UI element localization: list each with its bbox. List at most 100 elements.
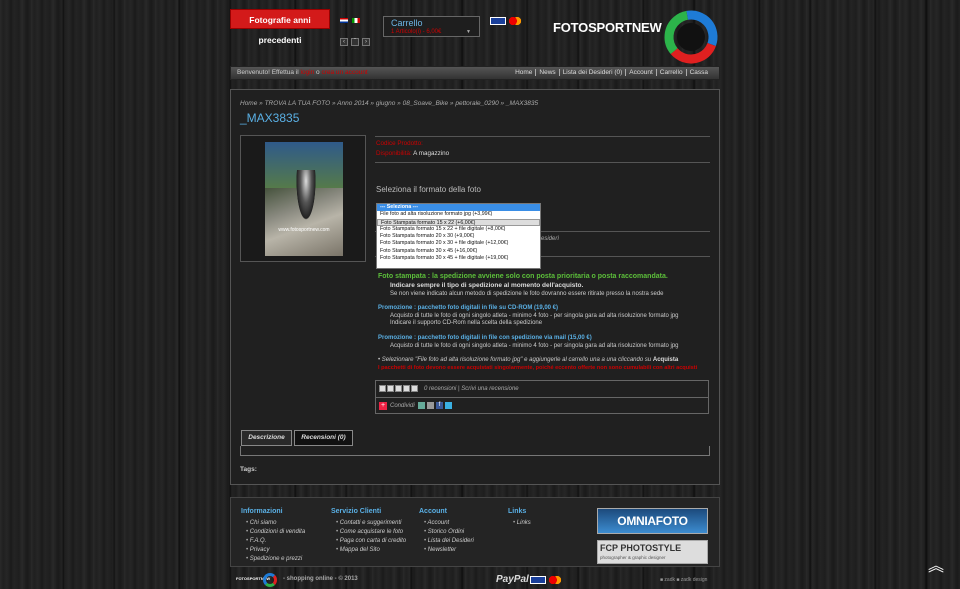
footer-link[interactable]: Links [508,519,531,528]
english-flag-icon[interactable] [340,18,348,23]
footer-link[interactable]: Condizioni di vendita [241,528,305,537]
format-select-list[interactable]: --- Seleziona --- File foto ad alta riso… [376,203,541,269]
footer-col-service: Servizio Clienti Contatti e suggerimenti… [331,508,406,555]
fcp-photostyle-banner[interactable]: FCP PHOTOSTYLE photographer & graphic de… [597,540,708,564]
share-plus-icon[interactable]: + [379,402,387,410]
register-link[interactable]: crea un account [321,69,367,76]
logo-ring-icon [664,10,718,64]
rating-stars [379,385,419,394]
footer-link[interactable]: Paga con carta di credito [331,537,406,546]
arrow-left-icon[interactable]: ‹ [340,38,348,46]
promo-cd-line2: Indicare il supporto CD-Rom nella scelta… [390,320,543,326]
login-link[interactable]: login [301,69,315,76]
select-option[interactable]: Foto Stampata formato 30 x 45 + file dig… [377,255,540,262]
product-code-label: Codice Prodotto: [376,140,423,147]
welcome-text: Benvenuto! Effettua il login o crea un a… [237,69,368,76]
promo-cd-title: Promozione : pacchetto foto digitali in … [378,305,559,311]
nav-arrows: ‹ ˇ › [340,38,370,46]
product-photo[interactable]: www.fotosportnew.com [265,142,343,256]
credits: ■ zadk ■ zadk design [660,577,708,583]
footer-link[interactable]: Newsletter [419,546,474,555]
reviews-count[interactable]: 0 recensioni [424,386,456,392]
top-bar: Benvenuto! Effettua il login o crea un a… [230,66,720,80]
footer-link[interactable]: F.A.Q. [241,537,305,546]
promo-mail-line1: Acquisto di tutte le foto di ogni singol… [390,343,679,349]
breadcrumb[interactable]: Home » TROVA LA TUA FOTO » Anno 2014 » g… [240,100,538,107]
link-checkout[interactable]: Cassa [685,69,711,76]
footer-link[interactable]: Come acquistare le foto [331,528,406,537]
link-news[interactable]: News [535,69,558,76]
star-icon [411,385,418,392]
footer-link[interactable]: Privacy [241,546,305,555]
logo-text: FOTOSPORTNEW [553,20,662,35]
footer-link[interactable]: Chi siamo [241,519,305,528]
select-option[interactable]: Foto Stampata formato 20 x 30 + file dig… [377,240,540,247]
select-option[interactable]: --- Seleziona --- [377,204,540,212]
availability: Disponibilità: A magazzino [376,150,450,157]
mini-logo-icon [263,573,277,587]
footer-link[interactable]: Account [419,519,474,528]
arrow-down-icon[interactable]: ˇ [351,38,359,46]
chevron-down-icon[interactable]: ▼ [466,29,471,35]
footer-link[interactable]: Mappa del Sito [331,546,406,555]
select-option[interactable]: Foto Stampata formato 15 x 22 (+6,00€) [377,218,540,226]
select-option[interactable]: File foto ad alta risoluzione formato jp… [377,211,540,218]
product-image-frame[interactable]: www.fotosportnew.com [240,135,366,262]
share-label[interactable]: Condividi [390,403,415,409]
previous-years-button[interactable]: Fotografie anni precedenti [230,9,330,45]
tab-content [240,446,710,456]
shipping-note: Se non viene indicato alcun metodo di sp… [390,291,664,297]
reviews-links: 0 recensioni | Scrivi una recensione [424,386,519,392]
red-note: I pacchetti di foto devono essere acquis… [378,365,698,371]
cart-title: Carrello [391,18,423,28]
italian-flag-icon[interactable] [352,18,360,23]
footer-link[interactable]: Spedizione e prezzi [241,555,305,564]
wishlist-link[interactable]: esiderì [541,236,559,242]
write-review-link[interactable]: Scrivi una recensione [461,386,518,392]
tags-label: Tags: [240,466,257,473]
promo-mail-title: Promozione : pacchetto foto digitali in … [378,335,592,341]
facebook-icon[interactable]: f [436,402,443,409]
link-wishlist[interactable]: Lista dei Desideri (0) [558,69,626,76]
reviews-box: 0 recensioni | Scrivi una recensione [375,380,709,398]
link-account[interactable]: Account [625,69,656,76]
copyright: - shopping online - © 2013 [283,576,358,582]
footer-link[interactable]: Contatti e suggerimenti [331,519,406,528]
cart-dropdown[interactable]: Carrello 1 Articolo(i) - 6,00€ ▼ [383,16,480,37]
share-box: + Condividi f [375,398,709,414]
footer-link[interactable]: Lista dei Desideri [419,537,474,546]
print-share-icon[interactable] [427,402,434,409]
top-links: Home News Lista dei Desideri (0) Account… [512,69,711,76]
tab-reviews[interactable]: Recensioni (0) [294,430,353,446]
link-home[interactable]: Home [512,69,535,76]
select-option[interactable]: Foto Stampata formato 30 x 45 (+16,00€) [377,248,540,255]
select-format-heading: Seleziona il formato della foto [376,185,481,194]
mastercard-icon [508,17,522,25]
select-option[interactable]: Foto Stampata formato 15 x 22 + file dig… [377,226,540,233]
visa-card-icon [490,17,506,25]
footer-col-info: Informazioni Chi siamo Condizioni di ven… [241,508,305,564]
twitter-icon[interactable] [445,402,452,409]
scroll-top-icon[interactable]: ︽ [928,559,944,575]
site-logo[interactable]: FOTOSPORTNEW [553,5,719,65]
footer-col-links: Links Links [508,508,531,528]
omniafoto-banner[interactable]: OMNIAFOTO [597,508,708,534]
link-cart[interactable]: Carrello [655,69,686,76]
footer-link[interactable]: Storico Ordini [419,528,474,537]
star-icon [387,385,394,392]
promo-cd-line1: Acquisto di tutte le foto di ogni singol… [390,313,679,319]
tab-description[interactable]: Descrizione [241,430,292,446]
select-hint: • Selezionare "File foto ad alta risoluz… [378,357,679,363]
select-option[interactable]: Foto Stampata formato 20 x 30 (+9,00€) [377,233,540,240]
cart-summary: 1 Articolo(i) - 6,00€ [391,29,442,35]
arrow-right-icon[interactable]: › [362,38,370,46]
photo-watermark: www.fotosportnew.com [278,227,330,233]
email-share-icon[interactable] [418,402,425,409]
page-title: _MAX3835 [240,111,300,125]
paypal-logo: PayPal [496,574,529,585]
star-icon [403,385,410,392]
divider [375,136,710,137]
mastercard-icon [548,576,562,584]
star-icon [395,385,402,392]
shipping-notice: Foto stampata : la spedizione avviene so… [378,273,668,280]
